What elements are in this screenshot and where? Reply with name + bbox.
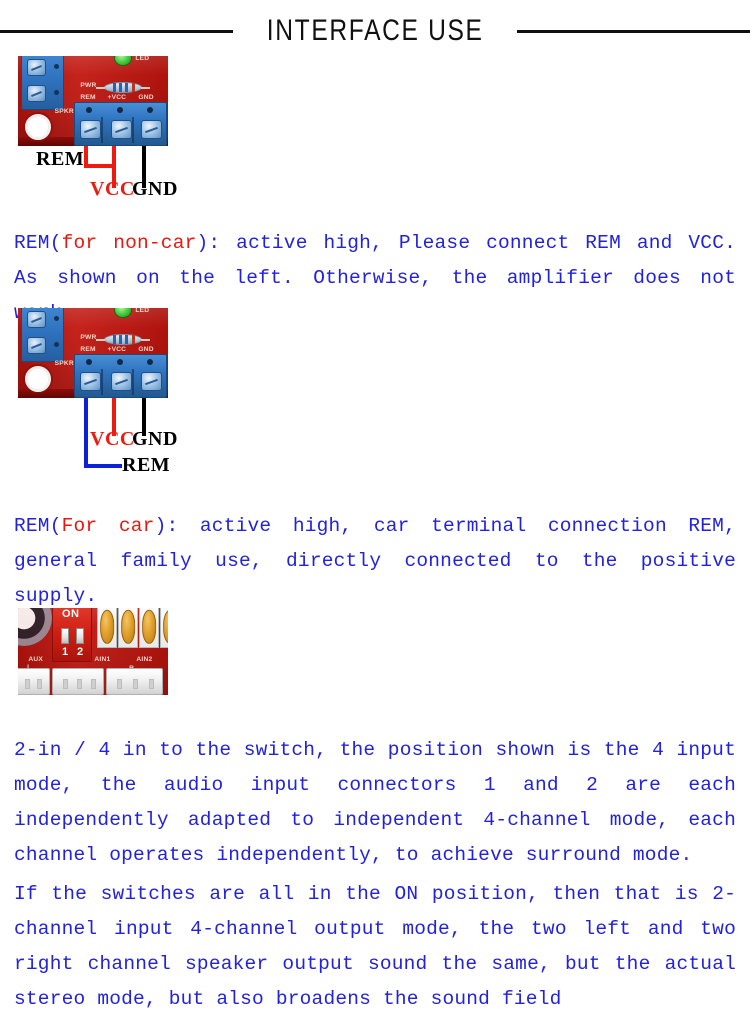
power-led — [114, 308, 132, 318]
wire-rem — [84, 398, 88, 468]
terminal-pin — [54, 64, 59, 69]
mounting-hole — [25, 366, 51, 392]
speaker-component — [18, 608, 52, 646]
label-vcc: VCC — [90, 178, 135, 200]
text-run: If the switches are all in the ON positi… — [14, 882, 736, 1010]
paragraph-rem-for-car: REM(For car): active high, car terminal … — [14, 509, 736, 614]
resistor — [96, 334, 150, 345]
dip-lever-2[interactable] — [76, 628, 84, 644]
terminal-pin — [54, 342, 59, 347]
terminal-screw — [27, 311, 46, 328]
text-run-highlight: For car — [61, 514, 155, 537]
silk-aux: AUX — [28, 656, 44, 663]
text-run: REM — [14, 231, 50, 254]
label-rem: REM — [36, 148, 85, 170]
figure-dip-switch-board: ON 1 2 AUX L AIN1 AIN2 R — [18, 608, 318, 703]
terminal-screw — [80, 372, 101, 391]
terminal-screw — [27, 59, 46, 76]
terminal-screw — [111, 372, 132, 391]
terminal-pin — [147, 359, 153, 365]
terminal-pin — [54, 90, 59, 95]
label-gnd: GND — [132, 428, 178, 450]
dip-number-1: 1 — [62, 646, 69, 658]
terminal-pin — [147, 107, 153, 113]
silk-rem: REM — [80, 346, 96, 353]
label-vcc: VCC — [90, 428, 135, 450]
silk-led: LED — [135, 308, 150, 314]
paragraph-switch-modes: 2-in / 4 in to the switch, the position … — [14, 733, 736, 873]
speaker-terminal-block — [21, 56, 64, 110]
page-title-bar: INTERFACE USE — [0, 14, 750, 48]
silk-ain1: AIN1 — [94, 656, 111, 663]
page-title: INTERFACE USE — [266, 14, 484, 47]
trimpot-2[interactable] — [118, 608, 138, 648]
terminal-pin — [86, 359, 92, 365]
label-gnd: GND — [132, 178, 178, 200]
paragraph-on-position-modes: If the switches are all in the ON positi… — [14, 877, 736, 1017]
terminal-screw — [27, 337, 46, 354]
text-run: ( — [49, 514, 62, 537]
terminal-screw — [111, 120, 132, 139]
silk-gnd: GND — [138, 94, 154, 101]
silk-pwr: PWR — [80, 82, 97, 89]
text-run: 2-in / 4 in to the switch, the position … — [14, 738, 736, 866]
dip-switch[interactable]: ON 1 2 — [52, 608, 92, 662]
pcb-board: ON 1 2 AUX L AIN1 AIN2 R — [18, 608, 168, 695]
figure-rem-vcc-jumpered-board: LED PWR REM +VCC GND SPKR2 REM VCC GND — [18, 56, 318, 201]
trimpot-1[interactable] — [97, 608, 117, 648]
terminal-pin — [86, 107, 92, 113]
terminal-pin — [117, 359, 123, 365]
audio-connector-1[interactable] — [52, 668, 104, 695]
trimpot-4[interactable] — [160, 608, 168, 648]
resistor — [96, 82, 150, 93]
text-run: REM — [14, 514, 50, 537]
dip-lever-1[interactable] — [61, 628, 69, 644]
terminal-screw — [80, 120, 101, 139]
mounting-hole — [25, 114, 51, 140]
silk-vcc: +VCC — [107, 346, 127, 353]
power-led — [114, 56, 132, 66]
silk-rem: REM — [80, 94, 96, 101]
terminal-pin — [117, 107, 123, 113]
wire-rem-run — [84, 464, 122, 468]
terminal-screw — [27, 85, 46, 102]
label-rem: REM — [122, 454, 171, 476]
terminal-screw — [141, 120, 162, 139]
power-terminal-block — [74, 354, 167, 398]
title-rule-right — [517, 29, 750, 33]
power-terminal-block — [74, 102, 167, 146]
silk-ain2: AIN2 — [136, 656, 153, 663]
text-run-highlight: for non-car — [61, 231, 197, 254]
text-run: ( — [49, 231, 62, 254]
audio-connector-2[interactable] — [106, 668, 163, 695]
figure-rem-positive-supply-board: LED PWR REM +VCC GND SPKR2 VCC GND REM — [18, 308, 318, 478]
dip-number-2: 2 — [77, 646, 84, 658]
trimpot-3[interactable] — [139, 608, 159, 648]
dip-on-label: ON — [62, 608, 80, 620]
audio-connector-aux[interactable] — [18, 668, 50, 695]
silk-led: LED — [135, 56, 150, 62]
silk-pwr: PWR — [80, 334, 97, 341]
silk-vcc: +VCC — [107, 94, 127, 101]
title-rule-left — [0, 29, 233, 33]
pcb-board: LED PWR REM +VCC GND SPKR2 — [18, 56, 168, 146]
speaker-terminal-block — [21, 308, 64, 362]
terminal-pin — [54, 316, 59, 321]
silk-gnd: GND — [138, 346, 154, 353]
terminal-screw — [141, 372, 162, 391]
pcb-board: LED PWR REM +VCC GND SPKR2 — [18, 308, 168, 398]
